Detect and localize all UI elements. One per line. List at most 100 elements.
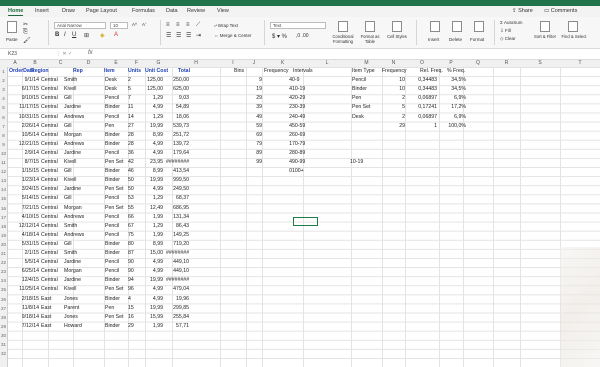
order-date-cell[interactable]: 2/1/15 bbox=[8, 249, 39, 258]
row-header[interactable]: 12 bbox=[0, 167, 7, 176]
total-cell[interactable]: 719,20 bbox=[166, 240, 189, 249]
formula-input[interactable] bbox=[100, 50, 590, 57]
region-cell[interactable]: Central bbox=[41, 231, 58, 240]
region-cell[interactable]: Central bbox=[41, 149, 58, 158]
item-cell[interactable]: Pen Set bbox=[105, 285, 123, 294]
interval-cell[interactable]: 0-9 bbox=[292, 76, 300, 85]
units-cell[interactable]: 28 bbox=[128, 140, 138, 149]
tab-home[interactable]: Home bbox=[8, 8, 24, 16]
column-header[interactable]: K bbox=[262, 60, 303, 67]
order-date-cell[interactable]: 5/14/15 bbox=[8, 194, 39, 203]
total-cell[interactable]: 999,50 bbox=[166, 176, 189, 185]
column-header[interactable]: A bbox=[8, 60, 22, 67]
selected-cell[interactable] bbox=[293, 217, 318, 226]
total-cell[interactable]: 86,43 bbox=[166, 222, 189, 231]
region-cell[interactable]: Central bbox=[41, 113, 58, 122]
find-select-icon[interactable] bbox=[568, 21, 578, 32]
item-cell[interactable]: Binder bbox=[105, 240, 120, 249]
region-cell[interactable]: Central bbox=[41, 276, 58, 285]
column-header[interactable]: G bbox=[145, 60, 172, 67]
item-cell[interactable]: Pen bbox=[105, 122, 114, 131]
column-title[interactable]: Item bbox=[104, 67, 115, 76]
item-cell[interactable]: Pen Set bbox=[105, 204, 123, 213]
unit-cost-cell[interactable]: 8,99 bbox=[140, 167, 163, 176]
interval-cell[interactable]: 90-99 bbox=[292, 158, 305, 167]
total-cell[interactable]: ######## bbox=[166, 249, 189, 258]
fill-button[interactable]: ⇩ Fill bbox=[500, 28, 511, 34]
bin-cell[interactable]: 9 bbox=[246, 76, 262, 85]
total-cell[interactable]: 255,84 bbox=[166, 313, 189, 322]
region-cell[interactable]: East bbox=[41, 313, 51, 322]
total-cell[interactable]: 19,96 bbox=[166, 295, 189, 304]
italic-icon[interactable]: I bbox=[64, 32, 66, 38]
frequency-cell[interactable]: 4 bbox=[284, 76, 292, 85]
item-cell[interactable]: Pen Set bbox=[105, 185, 123, 194]
units-cell[interactable]: 90 bbox=[128, 267, 138, 276]
units-cell[interactable]: 96 bbox=[128, 285, 138, 294]
rep-cell[interactable]: Howard bbox=[64, 322, 82, 331]
item-cell[interactable]: Pencil bbox=[105, 222, 119, 231]
bin-cell[interactable]: 39 bbox=[246, 103, 262, 112]
grow-font-icon[interactable]: A^ bbox=[132, 22, 137, 27]
order-date-cell[interactable]: 9/10/15 bbox=[8, 94, 39, 103]
item-cell[interactable]: Pencil bbox=[105, 213, 119, 222]
frequency-cell[interactable]: 2 bbox=[284, 113, 292, 122]
column-header[interactable]: N bbox=[382, 60, 405, 67]
row-header[interactable]: 9 bbox=[0, 140, 7, 149]
row-header[interactable]: 14 bbox=[0, 185, 7, 194]
unit-cost-cell[interactable]: 19,99 bbox=[140, 122, 163, 131]
unit-cost-cell[interactable]: 1,29 bbox=[140, 194, 163, 203]
rep-cell[interactable]: Kivell bbox=[64, 285, 76, 294]
table-cell[interactable]: 0,34483 bbox=[410, 76, 437, 85]
rep-cell[interactable]: Andrews bbox=[64, 213, 84, 222]
region-cell[interactable]: East bbox=[41, 295, 51, 304]
rep-cell[interactable]: Smith bbox=[64, 76, 77, 85]
table-cell[interactable]: 5 bbox=[382, 103, 405, 112]
item-cell[interactable]: Pencil bbox=[105, 149, 119, 158]
item-cell[interactable]: Binder bbox=[105, 249, 120, 258]
order-date-cell[interactable]: 2/9/14 bbox=[8, 149, 39, 158]
item-cell[interactable]: Binder bbox=[105, 322, 120, 331]
row-header[interactable]: 32 bbox=[0, 349, 7, 358]
rep-cell[interactable]: Smith bbox=[64, 249, 77, 258]
region-cell[interactable]: Central bbox=[41, 240, 58, 249]
total-cell[interactable]: 250,00 bbox=[166, 76, 189, 85]
rep-cell[interactable]: Kivell bbox=[64, 85, 76, 94]
table-cell[interactable]: 10 bbox=[382, 85, 405, 94]
unit-cost-cell[interactable]: 4,99 bbox=[140, 140, 163, 149]
column-header[interactable]: C bbox=[48, 60, 73, 67]
table-header[interactable]: Frequency bbox=[382, 67, 407, 76]
rep-cell[interactable]: Gill bbox=[64, 167, 72, 176]
rep-cell[interactable]: Andrews bbox=[64, 113, 84, 122]
table-cell[interactable]: 0,34483 bbox=[410, 85, 437, 94]
region-cell[interactable]: Central bbox=[41, 185, 58, 194]
column-header[interactable]: Q bbox=[463, 60, 493, 67]
units-cell[interactable]: 27 bbox=[128, 122, 138, 131]
region-cell[interactable]: Central bbox=[41, 267, 58, 276]
unit-cost-cell[interactable]: 4,99 bbox=[140, 149, 163, 158]
units-cell[interactable]: 42 bbox=[128, 158, 138, 167]
units-cell[interactable]: 75 bbox=[128, 231, 138, 240]
align-left-icon[interactable]: ☰ bbox=[166, 32, 171, 39]
paste-icon[interactable] bbox=[7, 21, 17, 33]
tab-formulas[interactable]: Formulas bbox=[132, 8, 155, 14]
table-cell[interactable]: Desk bbox=[352, 113, 364, 122]
order-date-cell[interactable]: 5/31/15 bbox=[8, 240, 39, 249]
tab-view[interactable]: View bbox=[217, 8, 229, 14]
item-cell[interactable]: Desk bbox=[105, 76, 117, 85]
delete-cells-icon[interactable] bbox=[452, 21, 462, 32]
region-cell[interactable]: Central bbox=[41, 76, 58, 85]
item-cell[interactable]: Binder bbox=[105, 167, 120, 176]
row-header[interactable]: 13 bbox=[0, 176, 7, 185]
interval-cell[interactable]: 10-19 bbox=[292, 85, 305, 94]
order-date-cell[interactable]: 11/25/14 bbox=[8, 285, 39, 294]
table-cell[interactable]: Pen bbox=[352, 94, 361, 103]
rep-cell[interactable]: Kivell bbox=[64, 158, 76, 167]
units-cell[interactable]: 14 bbox=[128, 113, 138, 122]
total-cell[interactable]: 54,89 bbox=[166, 103, 189, 112]
unit-cost-cell[interactable]: 125,00 bbox=[140, 76, 163, 85]
bin-cell[interactable]: 19 bbox=[246, 85, 262, 94]
row-header[interactable]: 5 bbox=[0, 103, 7, 112]
column-header[interactable]: H bbox=[172, 60, 220, 67]
total-cell[interactable]: 139,72 bbox=[166, 140, 189, 149]
